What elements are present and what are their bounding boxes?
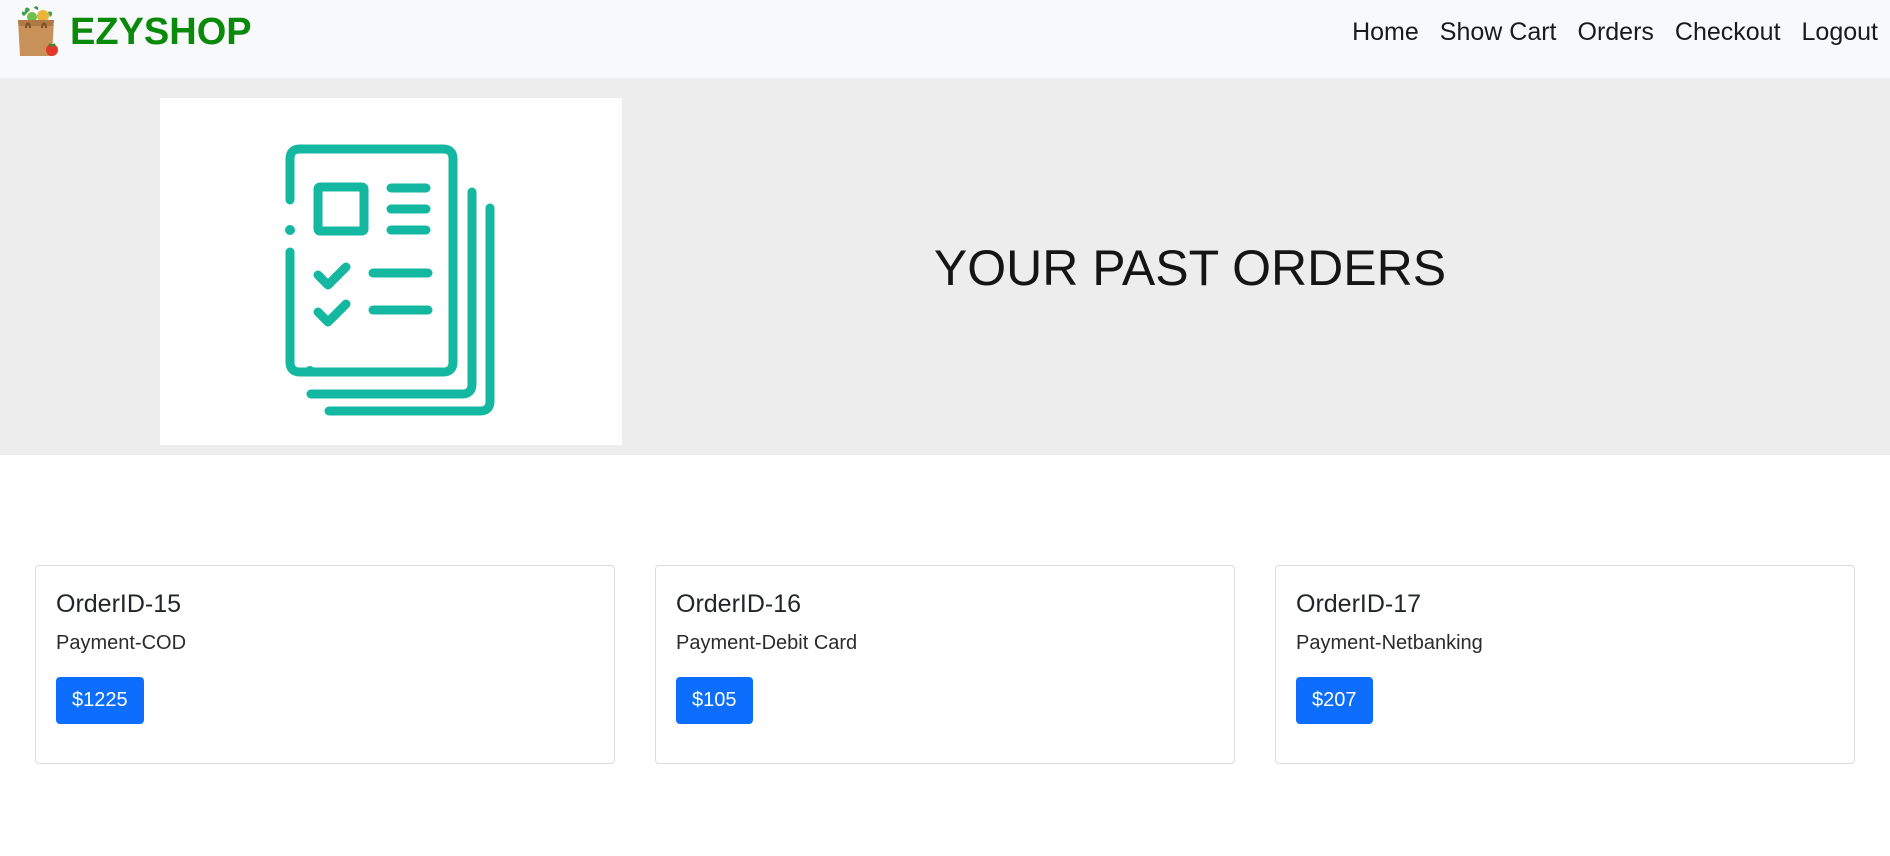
hero-image — [160, 98, 622, 445]
order-card: OrderID-16 Payment-Debit Card $105 — [655, 565, 1235, 764]
order-card: OrderID-17 Payment-Netbanking $207 — [1275, 565, 1855, 764]
page-title: YOUR PAST ORDERS — [933, 240, 1447, 296]
shopping-bag-logo-icon — [18, 6, 58, 56]
nav-links: Home Show Cart Orders Checkout Logout — [1331, 12, 1878, 52]
nav-home-link[interactable]: Home — [1352, 12, 1419, 52]
order-amount-button[interactable]: $207 — [1296, 677, 1373, 724]
navbar: EZYSHOP Home Show Cart Orders Checkout L… — [0, 0, 1890, 78]
order-id: OrderID-16 — [676, 590, 802, 618]
hero-banner: YOUR PAST ORDERS — [0, 78, 1890, 455]
order-id: OrderID-15 — [56, 590, 182, 618]
order-list-icon — [285, 144, 495, 416]
nav-logout-link[interactable]: Logout — [1802, 12, 1878, 52]
order-id: OrderID-17 — [1296, 590, 1422, 618]
orders-list: OrderID-15 Payment-COD $1225 OrderID-16 … — [0, 565, 1890, 765]
brand-name: EZYSHOP — [70, 11, 252, 53]
order-amount-button[interactable]: $1225 — [56, 677, 144, 724]
brand-link[interactable]: EZYSHOP — [8, 4, 252, 60]
nav-show-cart-link[interactable]: Show Cart — [1440, 12, 1557, 52]
nav-orders-link[interactable]: Orders — [1578, 12, 1654, 52]
order-payment-method: Payment-Netbanking — [1296, 632, 1483, 654]
order-payment-method: Payment-Debit Card — [676, 632, 858, 654]
nav-checkout-link[interactable]: Checkout — [1675, 12, 1781, 52]
order-amount-button[interactable]: $105 — [676, 677, 753, 724]
order-payment-method: Payment-COD — [56, 632, 187, 654]
order-card: OrderID-15 Payment-COD $1225 — [35, 565, 615, 764]
